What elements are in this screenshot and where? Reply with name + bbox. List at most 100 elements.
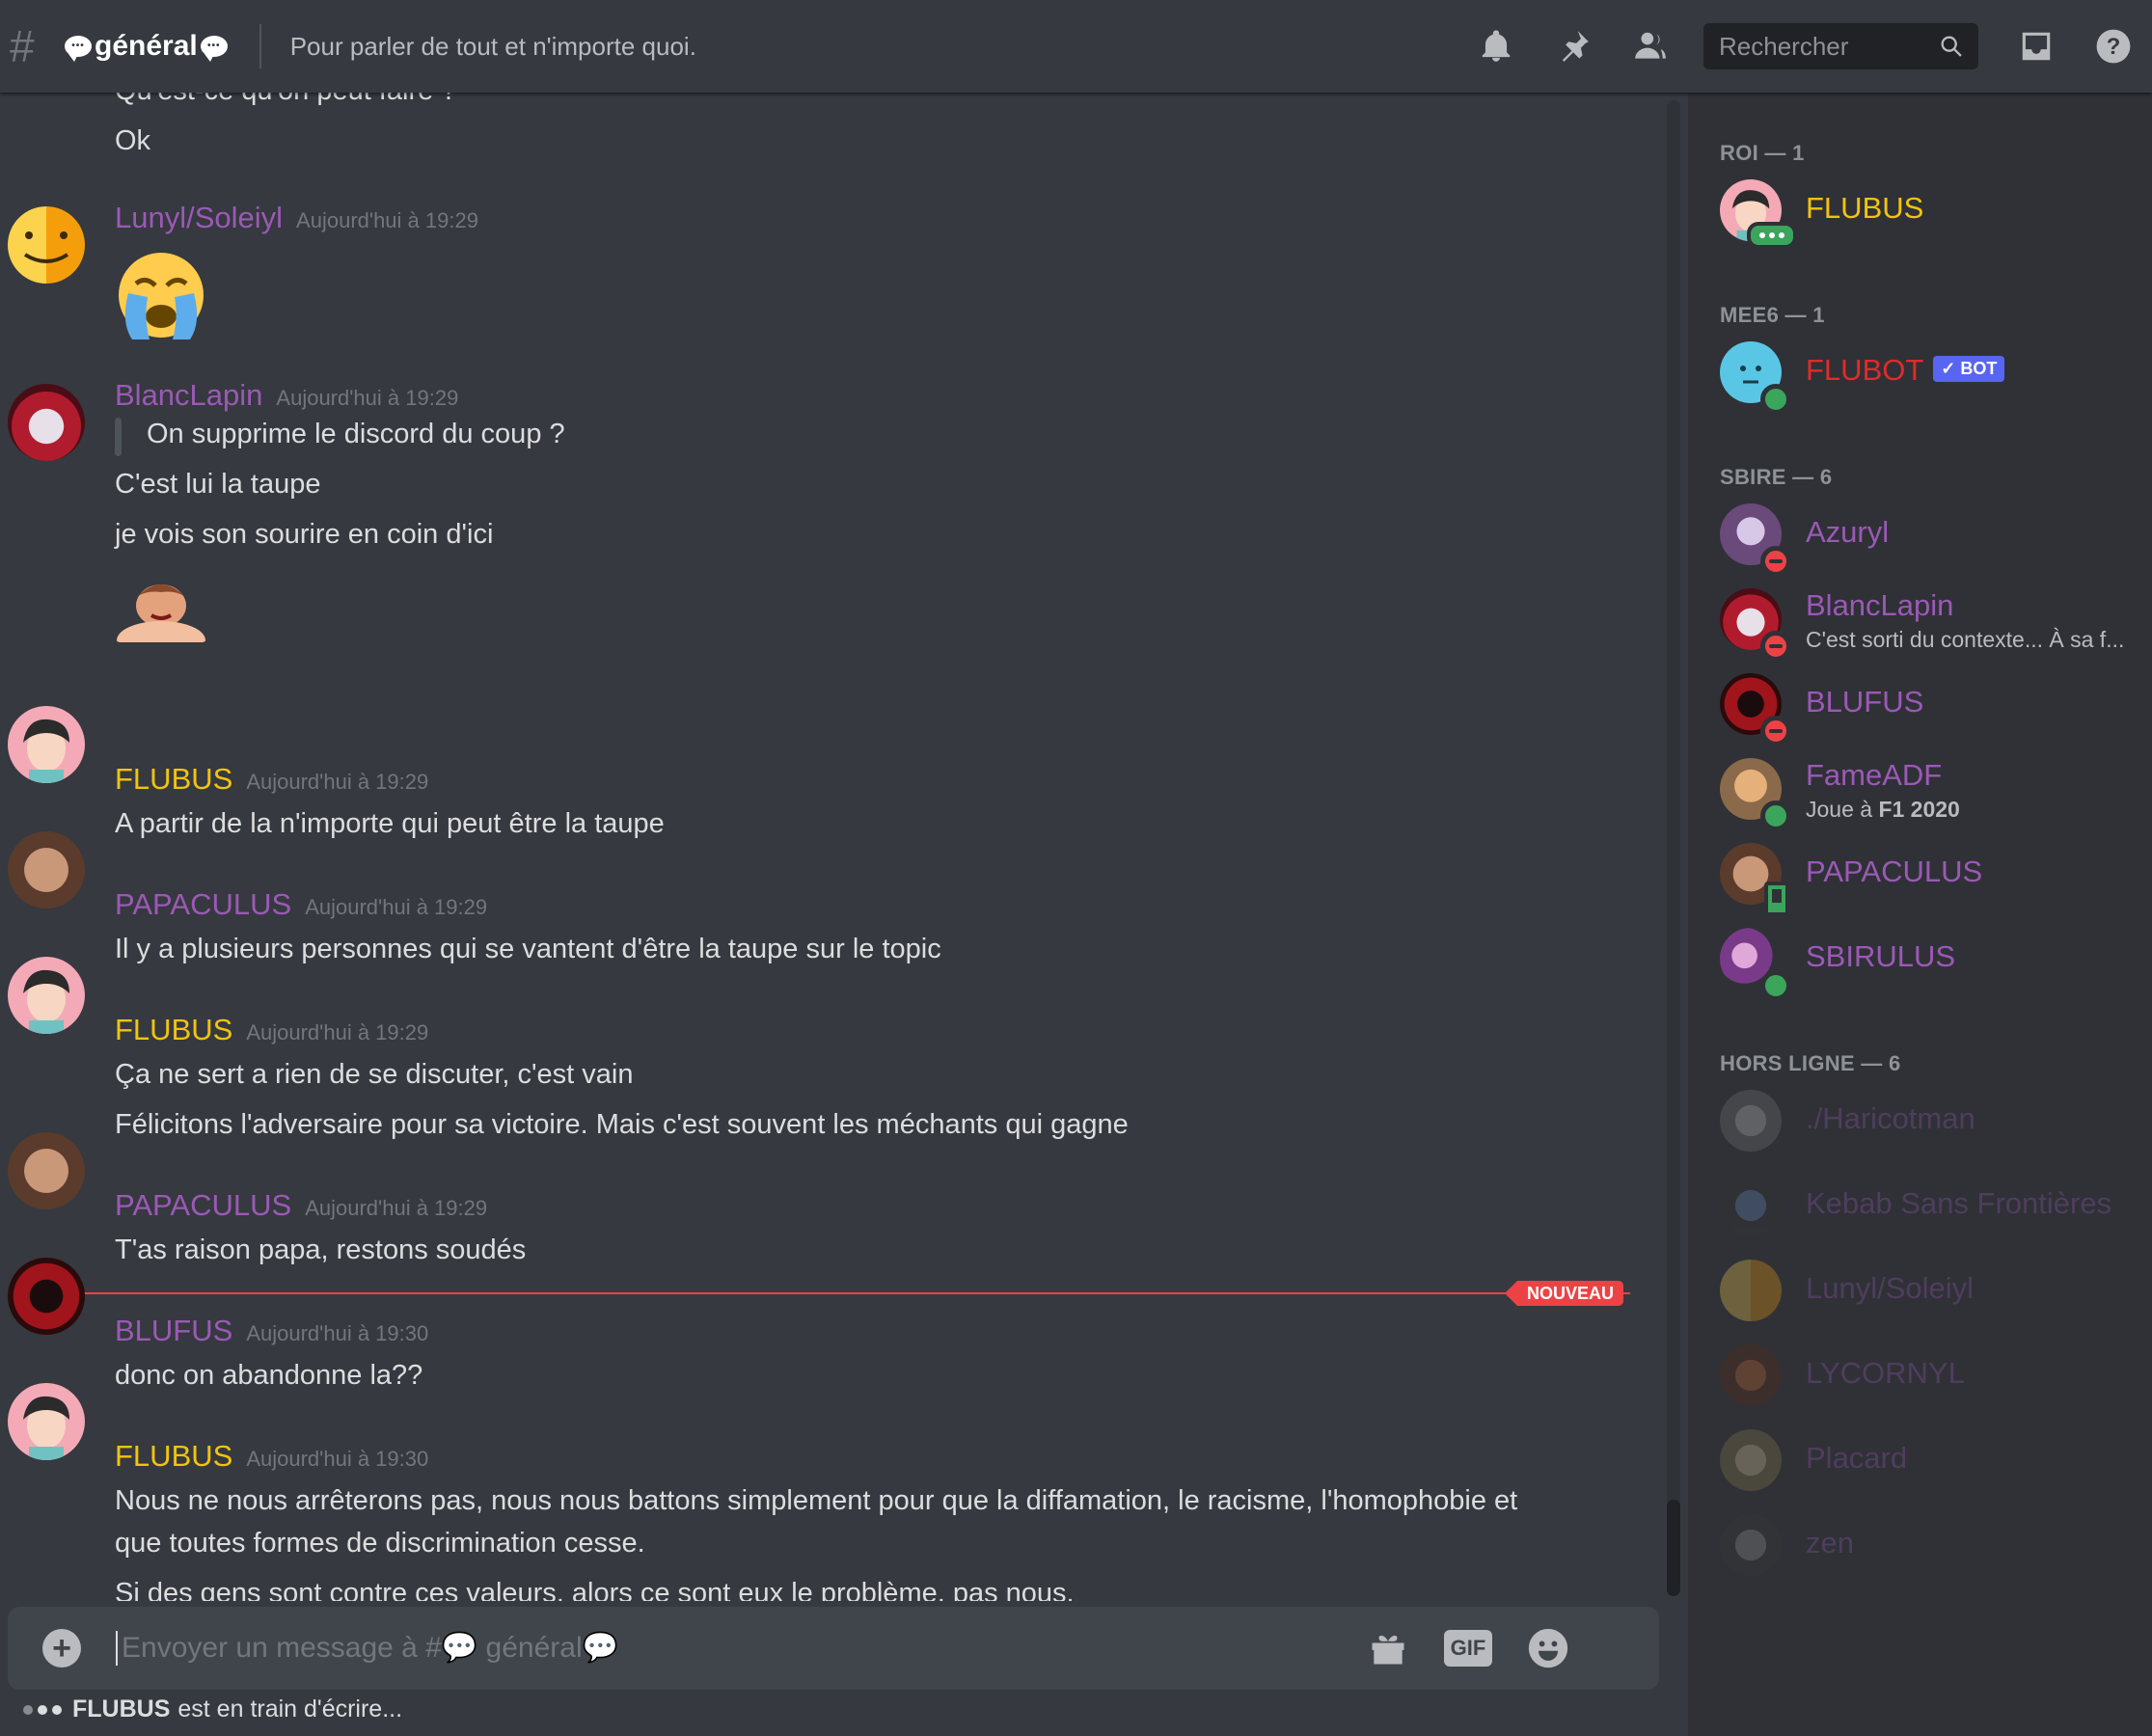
- do-not-disturb-status-icon: [1760, 631, 1791, 662]
- message-author[interactable]: PAPACULUS: [115, 887, 291, 921]
- message-author[interactable]: FLUBUS: [115, 1439, 232, 1473]
- avatar[interactable]: [8, 1258, 85, 1335]
- member-name: Lunyl/Soleiyl: [1806, 1271, 1975, 1305]
- message-composer: + GIF: [8, 1607, 1659, 1690]
- message-text: Il y a plusieurs personnes qui se vanten…: [115, 934, 941, 964]
- member-item[interactable]: FameADF Joue à F1 2020: [1720, 758, 2144, 831]
- search-input[interactable]: [1717, 30, 1933, 63]
- notification-bell-icon[interactable]: [1472, 22, 1520, 70]
- avatar[interactable]: [8, 1383, 85, 1460]
- avatar: [1720, 1175, 1782, 1236]
- do-not-disturb-status-icon: [1760, 546, 1791, 577]
- message-text: C'est lui la taupe: [115, 469, 321, 500]
- channel-header: # ••• général ••• Pour parler de tout et…: [0, 0, 2152, 93]
- avatar[interactable]: [8, 384, 85, 461]
- message-author[interactable]: Lunyl/Soleiyl: [115, 201, 283, 234]
- member-item[interactable]: PAPACULUS: [1720, 843, 2144, 916]
- member-group-header: MEE6 — 1: [1720, 303, 1825, 327]
- avatar[interactable]: [8, 831, 85, 909]
- channel-name: ••• général •••: [62, 30, 231, 63]
- attach-plus-button[interactable]: +: [42, 1629, 81, 1668]
- typing-user: FLUBUS: [72, 1695, 171, 1722]
- avatar[interactable]: [8, 706, 85, 783]
- member-item-offline[interactable]: LYCORNYL: [1720, 1344, 2144, 1412]
- member-name: PAPACULUS: [1806, 854, 1983, 888]
- message-author[interactable]: BlancLapin: [115, 378, 262, 412]
- message-author[interactable]: FLUBUS: [115, 1013, 232, 1046]
- text-channel-hash-icon: #: [10, 21, 35, 71]
- message-timestamp: Aujourd'hui à 19:30: [246, 1447, 429, 1471]
- typing-dot: [38, 1704, 47, 1715]
- message-list[interactable]: Qu'est-ce qu'on peut faire ? Ok Lunyl/So…: [0, 58, 1659, 1601]
- message-input[interactable]: [116, 1631, 1348, 1666]
- search-box[interactable]: [1703, 23, 1978, 69]
- help-icon[interactable]: ?: [2089, 22, 2138, 70]
- activity-game: F1 2020: [1878, 797, 1960, 822]
- member-item[interactable]: BLUFUS: [1720, 673, 2144, 746]
- member-name: BlancLapin: [1806, 588, 1954, 622]
- message-timestamp: Aujourd'hui à 19:29: [296, 208, 478, 232]
- message-timestamp: Aujourd'hui à 19:29: [305, 895, 488, 919]
- avatar: [1720, 1429, 1782, 1491]
- member-name: SBIRULUS: [1806, 939, 1956, 973]
- member-name: Azuryl: [1806, 515, 1890, 549]
- member-item-offline[interactable]: ./Haricotman: [1720, 1090, 2144, 1157]
- online-status-icon: [1760, 970, 1791, 1001]
- message-timestamp: Aujourd'hui à 19:29: [246, 1020, 429, 1044]
- member-item[interactable]: FLUBOT ✓ BOT: [1720, 341, 2144, 415]
- quoted-text: On supprime le discord du coup ?: [147, 419, 565, 449]
- speech-bubble-icon: •••: [200, 36, 228, 62]
- message-author[interactable]: BLUFUS: [115, 1314, 232, 1347]
- header-divider: [259, 24, 261, 68]
- message-text: Ok: [115, 125, 151, 156]
- member-name: FLUBOT: [1806, 353, 1924, 387]
- mobile-typing-status-icon: [1747, 222, 1797, 249]
- gift-icon[interactable]: [1365, 1625, 1411, 1671]
- channel-topic: Pour parler de tout et n'importe quoi.: [289, 31, 696, 61]
- avatar[interactable]: [8, 957, 85, 1034]
- member-item[interactable]: Azuryl: [1720, 503, 2144, 577]
- member-item-offline[interactable]: zen: [1720, 1514, 2144, 1582]
- message-text: T'as raison papa, restons soudés: [115, 1234, 527, 1265]
- member-item-offline[interactable]: Lunyl/Soleiyl: [1720, 1260, 2144, 1327]
- online-status-icon: [1760, 800, 1791, 831]
- do-not-disturb-status-icon: [1760, 716, 1791, 746]
- inbox-icon[interactable]: [2012, 22, 2060, 70]
- message-text: donc on abandonne la??: [115, 1360, 423, 1391]
- svg-text:?: ?: [2107, 34, 2121, 60]
- message-text: que toutes formes de discrimination cess…: [115, 1528, 645, 1559]
- member-group-header: SBIRE — 6: [1720, 465, 1833, 489]
- gif-button[interactable]: GIF: [1444, 1630, 1492, 1667]
- member-item[interactable]: FLUBUS: [1720, 179, 2144, 249]
- typing-text: est en train d'écrire...: [177, 1695, 403, 1722]
- member-item[interactable]: SBIRULUS: [1720, 928, 2144, 1001]
- speech-bubble-icon: •••: [65, 36, 92, 62]
- member-list: ROI — 1 FLUBUS MEE6 — 1 FLUBOT ✓ BOT SBIR…: [1688, 93, 2152, 1736]
- scrollbar-thumb[interactable]: [1667, 1500, 1680, 1596]
- mobile-online-icon: [1764, 882, 1789, 916]
- new-messages-badge: NOUVEAU: [1504, 1281, 1624, 1306]
- typing-dot: [52, 1704, 62, 1715]
- avatar[interactable]: [8, 1132, 85, 1209]
- message-author[interactable]: FLUBUS: [115, 762, 232, 796]
- emoji-icon[interactable]: [1525, 1625, 1571, 1671]
- member-name: BLUFUS: [1806, 685, 1924, 719]
- scrollbar-track[interactable]: [1667, 100, 1680, 1595]
- member-item-offline[interactable]: Placard: [1720, 1429, 2144, 1497]
- pin-icon[interactable]: [1549, 22, 1597, 70]
- online-status-icon: [1760, 384, 1791, 415]
- avatar: [1720, 1090, 1782, 1152]
- channel-name-text: général: [95, 30, 198, 62]
- member-item-offline[interactable]: Kebab Sans Frontières: [1720, 1175, 2144, 1242]
- member-list-icon[interactable]: [1626, 22, 1675, 70]
- message-text: Nous ne nous arrêterons pas, nous nous b…: [115, 1485, 1518, 1516]
- message-author[interactable]: PAPACULUS: [115, 1188, 291, 1222]
- member-item[interactable]: BlancLapin C'est sorti du contexte... À …: [1720, 588, 2144, 662]
- new-messages-divider: [8, 1292, 1630, 1294]
- message-timestamp: Aujourd'hui à 19:30: [246, 1321, 429, 1345]
- member-group-header: ROI — 1: [1720, 141, 1805, 165]
- message-text: Si des gens sont contre ces valeurs, alo…: [115, 1578, 1075, 1601]
- custom-emoji: [115, 573, 207, 642]
- avatar: [1720, 1260, 1782, 1321]
- avatar[interactable]: [8, 206, 85, 284]
